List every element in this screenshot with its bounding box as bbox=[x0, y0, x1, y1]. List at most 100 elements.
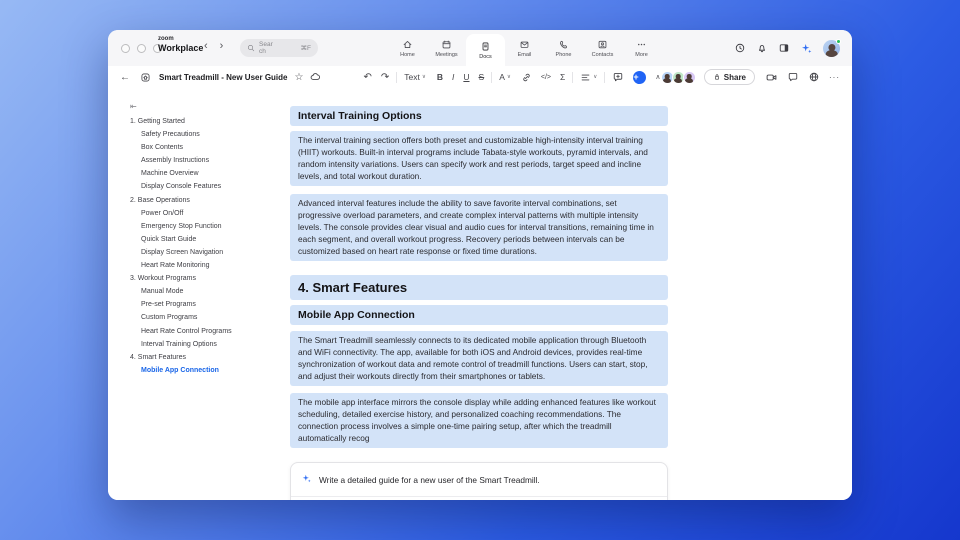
ai-companion-panel: Write a detailed guide for a new user of… bbox=[290, 462, 668, 500]
search-input[interactable]: Search ⌘F bbox=[240, 39, 318, 57]
code-button[interactable]: </> bbox=[541, 74, 551, 81]
share-button[interactable]: Share bbox=[703, 69, 755, 85]
window-controls bbox=[121, 44, 162, 53]
paragraph[interactable]: Advanced interval features include the a… bbox=[290, 194, 668, 261]
close-window-button[interactable] bbox=[121, 44, 130, 53]
underline-button[interactable]: U bbox=[463, 72, 469, 82]
toc-item[interactable]: Quick Start Guide bbox=[108, 233, 285, 246]
zoom-workplace-window: zoom Workplace ‹ › Search ⌘F Home Meetin… bbox=[108, 30, 852, 500]
toolbar-divider bbox=[572, 71, 574, 83]
bold-button[interactable]: B bbox=[437, 72, 443, 82]
nav-back-button[interactable]: ‹ bbox=[204, 40, 208, 52]
section-heading[interactable]: Interval Training Options bbox=[290, 106, 668, 126]
toc-item[interactable]: Custom Programs bbox=[108, 311, 285, 324]
collaborator-avatars[interactable] bbox=[660, 70, 696, 84]
paragraph[interactable]: The Smart Treadmill seamlessly connects … bbox=[290, 331, 668, 386]
toc-item[interactable]: Safety Precautions bbox=[108, 128, 285, 141]
tab-email[interactable]: Email bbox=[505, 30, 544, 66]
tab-phone[interactable]: Phone bbox=[544, 30, 583, 66]
paragraph[interactable]: The mobile app interface mirrors the con… bbox=[290, 393, 668, 448]
section-heading[interactable]: Mobile App Connection bbox=[290, 305, 668, 325]
chat-bubble-icon[interactable] bbox=[787, 71, 799, 83]
email-icon bbox=[519, 39, 530, 50]
undo-icon[interactable]: ↶ bbox=[363, 72, 371, 83]
toc-item[interactable]: Emergency Stop Function bbox=[108, 220, 285, 233]
document-title[interactable]: Smart Treadmill - New User Guide bbox=[159, 73, 287, 82]
more-dots-icon bbox=[636, 39, 647, 50]
search-placeholder: Search bbox=[259, 41, 273, 55]
globe-apps-icon[interactable] bbox=[808, 71, 820, 83]
docs-home-icon[interactable] bbox=[140, 72, 151, 83]
ai-sparkle-icon bbox=[301, 471, 312, 489]
nav-forward-button[interactable]: › bbox=[220, 40, 224, 52]
strikethrough-button[interactable]: S bbox=[479, 72, 485, 82]
chevron-down-icon: ∨ bbox=[593, 74, 598, 80]
toc-item[interactable]: Box Contents bbox=[108, 141, 285, 154]
app-tabs: Home Meetings Docs Email Phone Contacts … bbox=[388, 30, 661, 66]
toc-item[interactable]: Manual Mode bbox=[108, 285, 285, 298]
tab-home[interactable]: Home bbox=[388, 30, 427, 66]
ai-companion-sparkle-icon[interactable] bbox=[800, 42, 813, 55]
docs-icon bbox=[480, 41, 491, 52]
desktop-background: zoom Workplace ‹ › Search ⌘F Home Meetin… bbox=[0, 0, 960, 540]
tab-meetings[interactable]: Meetings bbox=[427, 30, 466, 66]
phone-icon bbox=[558, 39, 569, 50]
paragraph[interactable]: The interval training section offers bot… bbox=[290, 131, 668, 186]
search-icon bbox=[247, 39, 255, 57]
lock-icon bbox=[714, 74, 719, 80]
toc-item[interactable]: Machine Overview bbox=[108, 167, 285, 180]
tab-contacts[interactable]: Contacts bbox=[583, 30, 622, 66]
chevron-down-icon: ∨ bbox=[506, 74, 511, 80]
logo-zoom-text: zoom bbox=[158, 36, 174, 42]
tab-more[interactable]: More bbox=[622, 30, 661, 66]
formula-sigma-button[interactable]: Σ bbox=[560, 72, 565, 82]
collapse-toolbar-chevron-up[interactable]: ∧ bbox=[655, 73, 660, 81]
minimize-window-button[interactable] bbox=[137, 44, 146, 53]
toc-item[interactable]: Assembly Instructions bbox=[108, 154, 285, 167]
ai-insert-plus-button[interactable]: + bbox=[633, 70, 647, 84]
collaborator-avatar-3 bbox=[682, 70, 696, 84]
search-shortcut: ⌘F bbox=[300, 45, 311, 52]
toc-item[interactable]: 3. Workout Programs bbox=[108, 272, 285, 285]
redo-icon[interactable]: ↷ bbox=[381, 72, 389, 83]
app-logo: zoom Workplace bbox=[158, 36, 203, 53]
ai-prompt-text: Write a detailed guide for a new user of… bbox=[319, 475, 540, 485]
italic-button[interactable]: I bbox=[452, 72, 454, 82]
link-icon[interactable] bbox=[521, 72, 532, 83]
toc-item[interactable]: 1. Getting Started bbox=[108, 115, 285, 128]
text-style-dropdown[interactable]: Text ∨ bbox=[404, 72, 426, 82]
comment-icon[interactable] bbox=[612, 71, 624, 83]
activity-clock-icon[interactable] bbox=[734, 42, 746, 54]
app-navbar: zoom Workplace ‹ › Search ⌘F Home Meetin… bbox=[108, 30, 852, 66]
toolbar-more-icon[interactable]: ··· bbox=[829, 73, 840, 82]
notifications-bell-icon[interactable] bbox=[756, 42, 768, 54]
toolbar-divider bbox=[396, 71, 398, 83]
favorite-star-icon[interactable]: ☆ bbox=[294, 72, 303, 83]
toolbar-divider bbox=[604, 71, 606, 83]
video-camera-icon[interactable] bbox=[765, 71, 778, 84]
toc-item[interactable]: Power On/Off bbox=[108, 207, 285, 220]
chapter-heading[interactable]: 4. Smart Features bbox=[290, 275, 668, 300]
status-online-dot bbox=[836, 38, 841, 44]
meetings-icon bbox=[441, 39, 452, 50]
toc-item[interactable]: 4. Smart Features bbox=[108, 351, 285, 364]
collapse-sidebar-icon[interactable]: ⇤ bbox=[130, 102, 285, 111]
toc-item[interactable]: Heart Rate Control Programs bbox=[108, 325, 285, 338]
toc-item[interactable]: Heart Rate Monitoring bbox=[108, 259, 285, 272]
toc-item[interactable]: Display Console Features bbox=[108, 180, 285, 193]
side-panel-toggle-icon[interactable] bbox=[778, 42, 790, 54]
document-page[interactable]: Interval Training Options The interval t… bbox=[290, 88, 668, 500]
toc-item-active[interactable]: Mobile App Connection bbox=[108, 364, 285, 377]
home-icon bbox=[402, 39, 413, 50]
tab-docs[interactable]: Docs bbox=[466, 34, 505, 66]
chevron-down-icon: ∨ bbox=[421, 74, 426, 80]
toc-item[interactable]: Pre-set Programs bbox=[108, 298, 285, 311]
user-avatar[interactable] bbox=[823, 38, 841, 57]
list-align-dropdown[interactable]: ∨ bbox=[580, 72, 597, 83]
toc-item[interactable]: 2. Base Operations bbox=[108, 194, 285, 207]
doc-back-button[interactable]: ← bbox=[120, 72, 130, 83]
toc-item[interactable]: Interval Training Options bbox=[108, 338, 285, 351]
text-color-dropdown[interactable]: A ∨ bbox=[499, 72, 511, 82]
navbar-right-actions bbox=[734, 30, 841, 66]
toc-item[interactable]: Display Screen Navigation bbox=[108, 246, 285, 259]
